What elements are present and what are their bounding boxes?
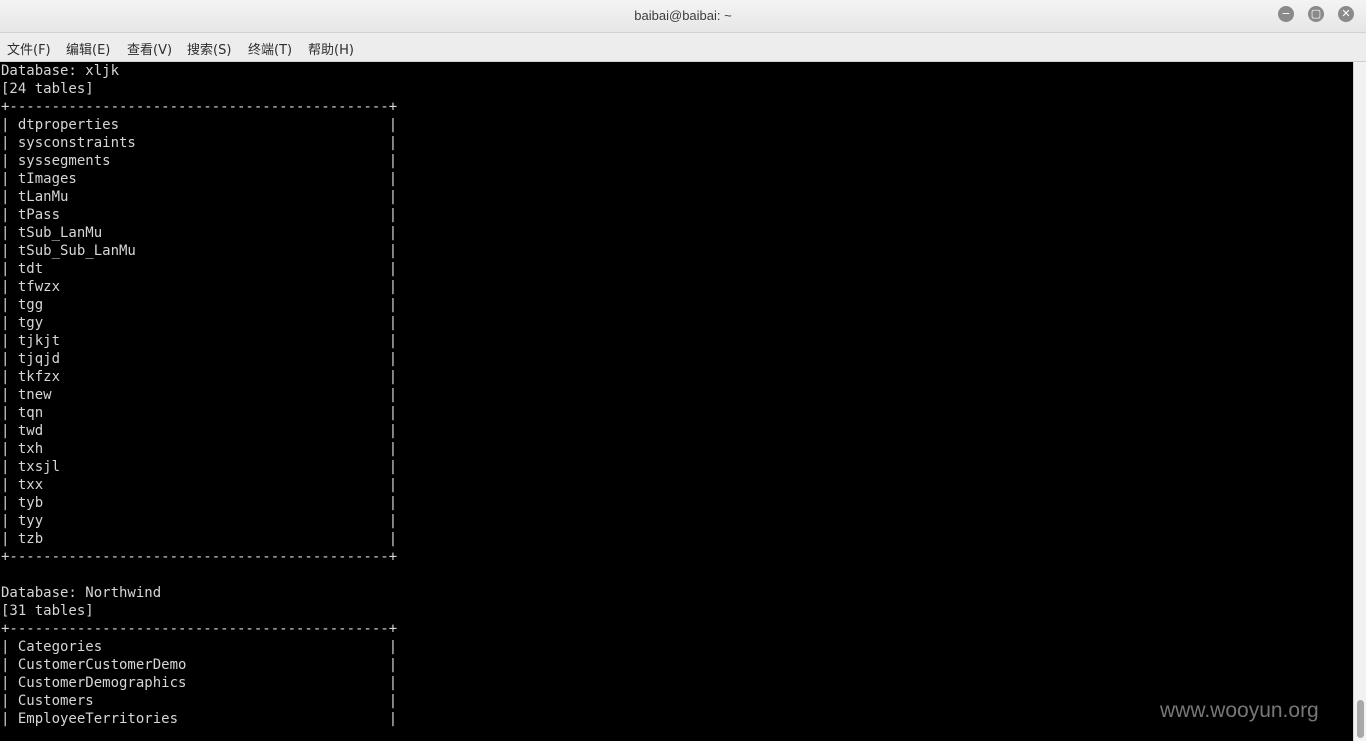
terminal-line: | tgg |: [1, 297, 398, 313]
terminal-line: | Categories |: [1, 639, 398, 655]
terminal-line: | tjkjt |: [1, 333, 398, 349]
maximize-button[interactable]: ▢: [1308, 6, 1324, 22]
menu-bar: 文件(F) 编辑(E) 查看(V) 搜索(S) 终端(T) 帮助(H): [0, 33, 1366, 62]
terminal-line: | tImages |: [1, 171, 398, 187]
terminal-line: | tPass |: [1, 207, 398, 223]
terminal-line: | tSub_Sub_LanMu |: [1, 243, 398, 259]
terminal-line: | twd |: [1, 423, 398, 439]
menu-edit[interactable]: 编辑(E): [66, 39, 110, 58]
terminal-line: | CustomerDemographics |: [1, 675, 398, 691]
terminal-line: | tkfzx |: [1, 369, 398, 385]
terminal-line: | tfwzx |: [1, 279, 398, 295]
terminal-line: [31 tables]: [1, 603, 94, 619]
menu-view[interactable]: 查看(V): [127, 39, 172, 58]
terminal-line: Database: xljk: [1, 63, 120, 79]
menu-terminal[interactable]: 终端(T): [248, 39, 292, 58]
terminal-line: | txx |: [1, 477, 398, 493]
vertical-scrollbar[interactable]: [1353, 62, 1366, 741]
terminal-line: | tSub_LanMu |: [1, 225, 398, 241]
window-title: baibai@baibai: ~: [634, 8, 732, 23]
menu-search[interactable]: 搜索(S): [187, 39, 231, 58]
title-bar[interactable]: baibai@baibai: ~ − ▢ ✕: [0, 0, 1366, 33]
menu-help[interactable]: 帮助(H): [308, 39, 354, 58]
terminal-line: | tdt |: [1, 261, 398, 277]
terminal-line: [24 tables]: [1, 81, 94, 97]
terminal-line: | syssegments |: [1, 153, 398, 169]
terminal-line: | tzb |: [1, 531, 398, 547]
terminal-line: +---------------------------------------…: [1, 99, 398, 115]
scrollbar-thumb[interactable]: [1357, 700, 1364, 738]
terminal-line: +---------------------------------------…: [1, 621, 398, 637]
terminal-line: | tqn |: [1, 405, 398, 421]
terminal-line: | EmployeeTerritories |: [1, 711, 398, 727]
terminal-line: | tnew |: [1, 387, 398, 403]
menu-file[interactable]: 文件(F): [7, 39, 51, 58]
terminal-line: +---------------------------------------…: [1, 549, 398, 565]
terminal-line: | dtproperties |: [1, 117, 398, 133]
terminal-line: Database: Northwind: [1, 585, 162, 601]
terminal-line: | CustomerCustomerDemo |: [1, 657, 398, 673]
close-button[interactable]: ✕: [1338, 6, 1354, 22]
terminal-line: | tyb |: [1, 495, 398, 511]
terminal-output[interactable]: Database: xljk [24 tables] +--------------…: [0, 62, 1352, 741]
watermark: www.wooyun.org: [1160, 699, 1319, 722]
terminal-line: | Customers |: [1, 693, 398, 709]
terminal-line: | tyy |: [1, 513, 398, 529]
terminal-line: | tgy |: [1, 315, 398, 331]
terminal-line: | tLanMu |: [1, 189, 398, 205]
terminal-line: | sysconstraints |: [1, 135, 398, 151]
terminal-line: | txh |: [1, 441, 398, 457]
terminal-line: | tjqjd |: [1, 351, 398, 367]
minimize-button[interactable]: −: [1278, 6, 1294, 22]
terminal-line: | txsjl |: [1, 459, 398, 475]
